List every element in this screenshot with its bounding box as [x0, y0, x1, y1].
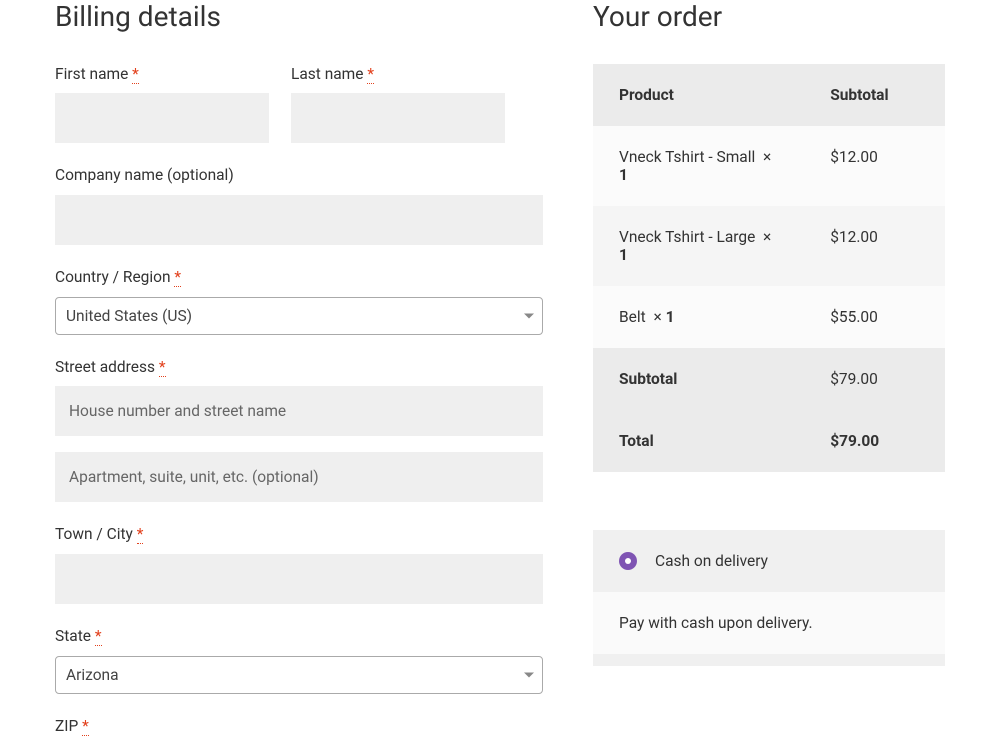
order-item-subtotal: $12.00: [804, 206, 945, 286]
required-indicator: *: [95, 627, 102, 646]
order-total-value: $79.00: [804, 410, 945, 472]
order-summary-table: Product Subtotal Vneck Tshirt - Small × …: [593, 64, 945, 472]
chevron-down-icon: [524, 672, 534, 677]
last-name-label: Last name *: [291, 64, 505, 86]
required-indicator: *: [367, 65, 374, 84]
order-item-subtotal: $12.00: [804, 126, 945, 206]
order-item-row: Vneck Tshirt - Small × 1 $12.00: [593, 126, 945, 206]
radio-checked-icon: [619, 552, 637, 570]
billing-heading: Billing details: [55, 0, 543, 34]
required-indicator: *: [132, 65, 139, 84]
company-label: Company name (optional): [55, 165, 543, 187]
order-total-label: Total: [593, 410, 804, 472]
order-subtotal-value: $79.00: [804, 348, 945, 410]
order-item-name: Belt: [619, 308, 646, 326]
order-item-qty: × 1: [650, 308, 675, 326]
country-selected-value: United States (US): [66, 307, 192, 325]
payment-footer: [593, 654, 945, 666]
country-label: Country / Region *: [55, 267, 543, 289]
order-col-subtotal: Subtotal: [804, 64, 945, 126]
payment-method-option[interactable]: Cash on delivery: [593, 530, 945, 592]
order-item-row: Vneck Tshirt - Large × 1 $12.00: [593, 206, 945, 286]
state-selected-value: Arizona: [66, 666, 119, 684]
order-col-product: Product: [593, 64, 804, 126]
required-indicator: *: [159, 358, 166, 377]
country-select[interactable]: United States (US): [55, 297, 543, 335]
order-item-name: Vneck Tshirt - Large: [619, 228, 755, 246]
order-subtotal-label: Subtotal: [593, 348, 804, 410]
order-item-row: Belt × 1 $55.00: [593, 286, 945, 348]
city-label: Town / City *: [55, 524, 543, 546]
order-item-subtotal: $55.00: [804, 286, 945, 348]
state-label: State *: [55, 626, 543, 648]
street-label: Street address *: [55, 357, 543, 379]
first-name-input[interactable]: [55, 93, 269, 143]
chevron-down-icon: [524, 313, 534, 318]
payment-method-label: Cash on delivery: [655, 552, 768, 570]
city-input[interactable]: [55, 554, 543, 604]
company-input[interactable]: [55, 195, 543, 245]
last-name-input[interactable]: [291, 93, 505, 143]
state-select[interactable]: Arizona: [55, 656, 543, 694]
first-name-label: First name *: [55, 64, 269, 86]
payment-method-description: Pay with cash upon delivery.: [593, 592, 945, 654]
required-indicator: *: [82, 717, 89, 736]
required-indicator: *: [174, 268, 181, 287]
required-indicator: *: [137, 525, 144, 544]
zip-label: ZIP *: [55, 716, 543, 738]
order-item-name: Vneck Tshirt - Small: [619, 148, 755, 166]
street-address-1-input[interactable]: [55, 386, 543, 436]
street-address-2-input[interactable]: [55, 452, 543, 502]
order-heading: Your order: [593, 0, 945, 34]
